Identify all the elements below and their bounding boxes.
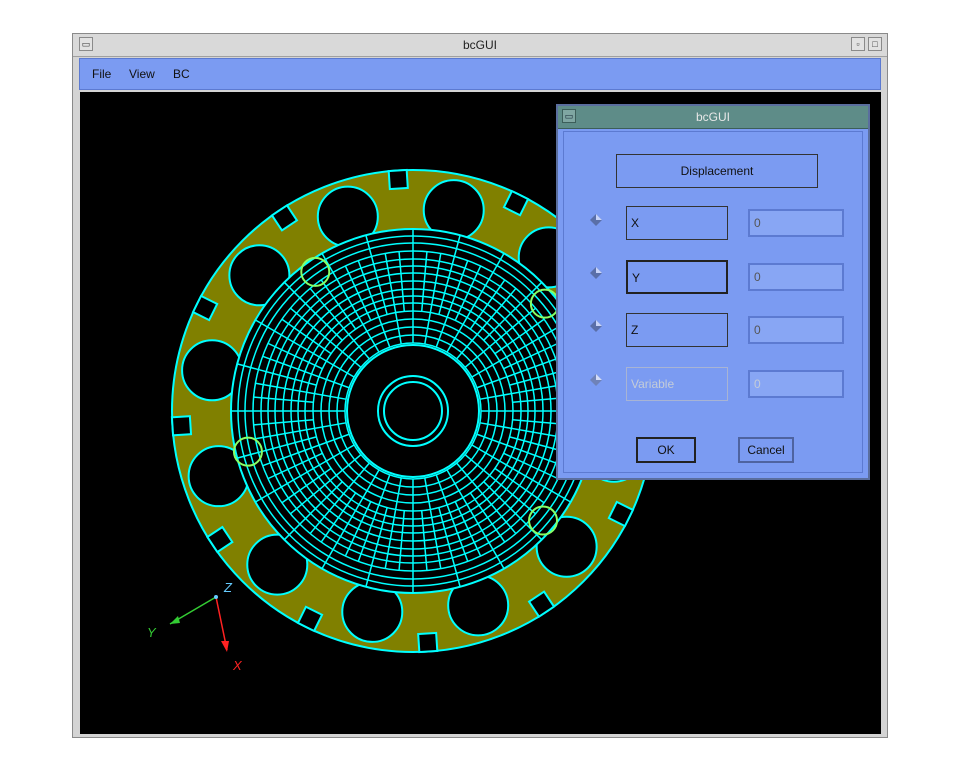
axis-triad: Z Y X — [147, 580, 243, 673]
y-axis-arrow-icon — [170, 616, 180, 624]
displacement-dialog: ▭ bcGUI Displacement X 0 Y 0 Z 0 Variabl… — [556, 104, 870, 480]
label-y: Y — [626, 260, 728, 294]
input-z[interactable]: 0 — [748, 316, 844, 344]
label-z: Z — [626, 313, 728, 347]
bolt-slot — [170, 415, 193, 437]
cancel-button[interactable]: Cancel — [738, 437, 794, 463]
window-title: bcGUI — [462, 38, 497, 52]
y-axis-label: Y — [147, 625, 157, 640]
z-axis-point — [214, 595, 218, 599]
maximize-icon[interactable]: □ — [868, 37, 882, 51]
x-axis-label: X — [232, 658, 243, 673]
radio-z-icon[interactable] — [589, 319, 603, 333]
title-bar[interactable]: ▭ bcGUI ▫ □ — [73, 34, 887, 57]
label-variable: Variable — [626, 367, 728, 401]
minimize-icon[interactable]: ▫ — [851, 37, 865, 51]
radio-x-icon[interactable] — [589, 213, 603, 227]
hub-outer — [346, 344, 480, 478]
z-axis-label: Z — [223, 580, 233, 595]
radio-y-icon[interactable] — [589, 266, 603, 280]
label-x: X — [626, 206, 728, 240]
ok-button[interactable]: OK — [636, 437, 696, 463]
x-axis-arrow-icon — [221, 641, 229, 652]
dialog-heading: Displacement — [616, 154, 818, 188]
dialog-title-bar[interactable]: ▭ bcGUI — [558, 106, 868, 129]
bolt-slot — [417, 631, 439, 654]
input-variable[interactable]: 0 — [748, 370, 844, 398]
radio-variable-icon[interactable] — [589, 373, 603, 387]
input-x[interactable]: 0 — [748, 209, 844, 237]
input-y[interactable]: 0 — [748, 263, 844, 291]
menu-bar: File View BC — [79, 58, 881, 90]
menu-file[interactable]: File — [92, 67, 111, 81]
bolt-slot — [387, 168, 409, 191]
dialog-title: bcGUI — [695, 110, 730, 124]
menu-view[interactable]: View — [129, 67, 155, 81]
menu-bc[interactable]: BC — [173, 67, 190, 81]
dialog-body: Displacement X 0 Y 0 Z 0 Variable 0 OK C… — [563, 131, 863, 473]
